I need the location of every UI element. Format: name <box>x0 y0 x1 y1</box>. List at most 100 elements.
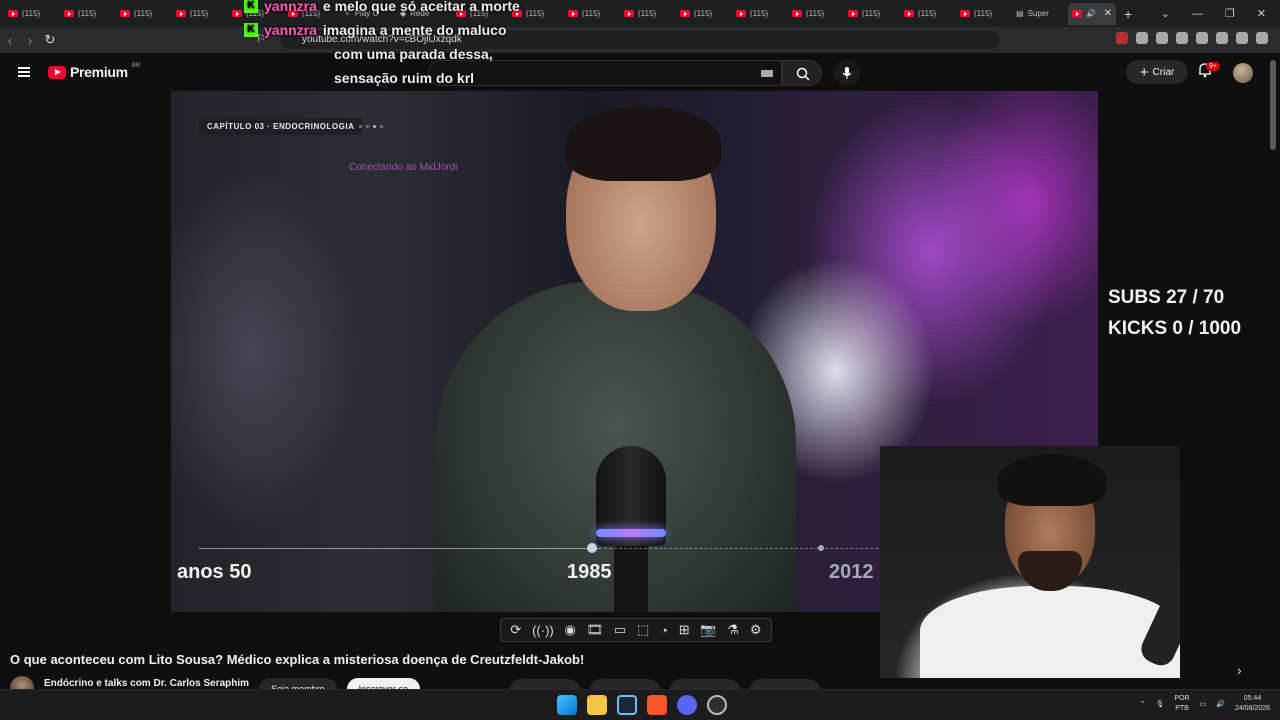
back-icon[interactable]: ‹ <box>0 33 20 48</box>
brave-browser-icon[interactable] <box>647 695 667 715</box>
language-indicator[interactable]: POR PTB <box>1174 694 1189 714</box>
browser-tab-bar: (115) (115) (115) (115) (115) (115) ✧ Pla… <box>0 0 1280 27</box>
settings-icon[interactable]: ⚙ <box>750 622 762 638</box>
active-browser-tab[interactable]: 🔊 ✕ <box>1068 2 1116 25</box>
menu-icon[interactable] <box>1256 32 1268 44</box>
keyboard-layout: PTB <box>1175 705 1189 712</box>
browser-tab[interactable]: (115) <box>900 3 956 25</box>
browser-tab[interactable]: (115) <box>116 3 172 25</box>
browser-tab[interactable]: (115) <box>172 3 228 25</box>
channel-name[interactable]: Endócrino e talks com Dr. Carlos Seraphi… <box>44 678 249 689</box>
clock-date: 24/08/2026 <box>1234 705 1270 712</box>
youtube-premium-logo[interactable]: Premium BR <box>48 63 140 80</box>
tab-label: (115) <box>134 9 153 18</box>
tab-label: (115) <box>862 9 881 18</box>
speed-icon[interactable]: ◔ <box>660 623 668 638</box>
tab-label: (115) <box>638 9 657 18</box>
chevron-right-icon[interactable]: › <box>1237 662 1242 678</box>
display-icon[interactable]: ▭ <box>1200 700 1207 708</box>
film-icon[interactable]: 🎞 <box>587 622 604 638</box>
logo-text: Premium <box>70 64 128 80</box>
microphone-stand <box>614 546 648 612</box>
subs-counter: SUBS 27 / 70 <box>1108 287 1225 308</box>
screenshot-icon[interactable]: 📷 <box>700 622 716 638</box>
page-scrollbar[interactable] <box>1270 60 1276 150</box>
browser-tab[interactable]: (115) <box>564 3 620 25</box>
microphone-tray-icon[interactable]: 🎙 <box>1156 700 1165 708</box>
reload-icon[interactable]: ↻ <box>40 32 60 48</box>
timeline-year-label: 1985 <box>567 561 612 583</box>
hamburger-menu-icon[interactable] <box>18 67 30 77</box>
browser-tab[interactable]: (115) <box>844 3 900 25</box>
lab-icon[interactable]: ⚗ <box>727 622 739 638</box>
youtube-favicon-icon <box>904 10 914 17</box>
volume-icon[interactable]: 🔊 <box>1216 700 1225 708</box>
browser-tab[interactable]: (115) <box>788 3 844 25</box>
browser-tab[interactable]: (115) <box>60 3 116 25</box>
channel-row: Endócrino e talks com Dr. Carlos Seraphi… <box>10 676 910 690</box>
youtube-favicon-icon <box>568 10 578 17</box>
theater-icon[interactable]: ⬚ <box>637 622 649 638</box>
ai-icon[interactable] <box>1216 32 1228 44</box>
wallet-icon[interactable] <box>1196 32 1208 44</box>
puzzle-icon[interactable] <box>1136 32 1148 44</box>
connecting-overlay-text: Conectando ao MidJordi <box>349 162 458 173</box>
clock[interactable]: 05:44 24/08/2026 <box>1235 694 1270 714</box>
avatar[interactable] <box>1233 63 1253 83</box>
add-icon[interactable]: ⊞ <box>679 622 690 638</box>
youtube-favicon-icon <box>120 10 130 17</box>
keyboard-icon[interactable] <box>761 70 773 77</box>
music-icon[interactable] <box>1156 32 1168 44</box>
extensions-area <box>1116 32 1268 44</box>
timeline-year-label: anos 50 <box>177 561 252 583</box>
browser-tab[interactable]: (115) <box>620 3 676 25</box>
forward-icon[interactable]: › <box>20 33 40 48</box>
streamer-webcam <box>880 446 1180 678</box>
windows-start-icon[interactable] <box>557 695 577 715</box>
youtube-favicon-icon <box>64 10 74 17</box>
file-explorer-icon[interactable] <box>587 695 607 715</box>
tab-search-icon[interactable]: ⌄ <box>1161 7 1170 20</box>
close-tab-icon[interactable]: ✕ <box>1104 8 1112 19</box>
loop-icon[interactable]: ⟳ <box>510 622 521 638</box>
tab-label: (115) <box>806 9 825 18</box>
tab-label: (115) <box>974 9 993 18</box>
video-presenter-hair <box>566 106 721 181</box>
chat-username: yannzra <box>264 0 317 14</box>
obs-icon[interactable] <box>707 695 727 715</box>
sidebar-icon[interactable] <box>1176 32 1188 44</box>
channel-avatar[interactable] <box>10 676 34 690</box>
browser-tab[interactable]: (115) <box>732 3 788 25</box>
shield-icon[interactable] <box>1236 32 1248 44</box>
browser-tab[interactable]: (115) <box>676 3 732 25</box>
audio-icon[interactable]: 🔊 <box>1086 9 1096 18</box>
minimize-icon[interactable]: — <box>1192 8 1203 20</box>
youtube-favicon-icon <box>1072 10 1082 17</box>
discord-icon[interactable] <box>677 695 697 715</box>
chevron-up-icon[interactable]: ⌃ <box>1140 700 1146 708</box>
chat-text-continuation: sensação ruim do krl <box>334 70 475 86</box>
miniplayer-icon[interactable]: ▭ <box>614 622 626 638</box>
tab-label: (115) <box>582 9 601 18</box>
webcam-person-beard <box>1018 551 1082 591</box>
browser-tab[interactable]: (115) <box>956 3 1012 25</box>
steam-icon[interactable] <box>617 695 637 715</box>
timeline-marker <box>587 543 597 553</box>
voice-search-button[interactable] <box>834 60 860 86</box>
browser-tab[interactable]: ▤ Super <box>1012 3 1068 25</box>
extension-icon[interactable] <box>1116 32 1128 44</box>
broadcast-icon[interactable]: ((·)) <box>532 623 554 638</box>
chat-username: yannzra <box>264 22 317 38</box>
watch-icon[interactable]: ◉ <box>565 622 576 638</box>
browser-tab[interactable]: (115) <box>4 3 60 25</box>
clock-time: 05:44 <box>1243 695 1262 702</box>
search-icon <box>796 67 810 81</box>
search-button[interactable] <box>782 60 822 86</box>
new-tab-button[interactable]: + <box>1124 6 1132 22</box>
tab-label: (115) <box>190 9 209 18</box>
restore-icon[interactable]: ❐ <box>1225 7 1235 20</box>
close-window-icon[interactable]: ✕ <box>1257 7 1266 20</box>
create-button[interactable]: + Criar <box>1126 60 1188 84</box>
youtube-favicon-icon <box>624 10 634 17</box>
microphone-icon <box>842 67 852 79</box>
